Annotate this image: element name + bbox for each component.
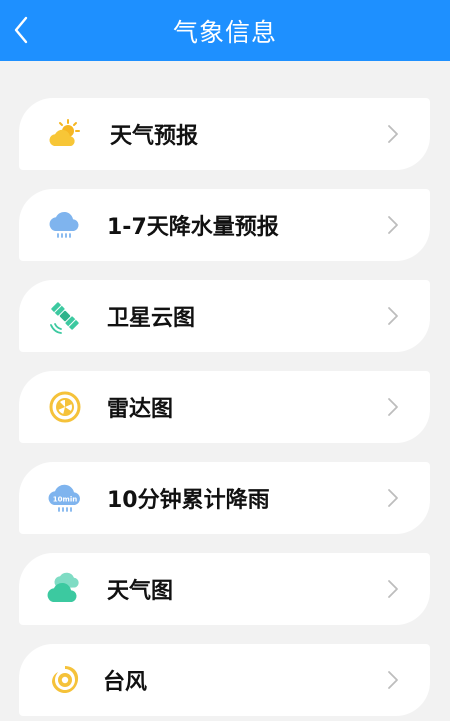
- menu-item-label: 天气预报: [110, 124, 199, 149]
- sun-cloud-icon: [47, 116, 83, 152]
- rain-10min-icon: 10min: [47, 480, 83, 516]
- satellite-icon: [47, 298, 83, 334]
- page-title: 气象信息: [172, 17, 277, 47]
- menu-item-weather-map[interactable]: 天气图: [19, 553, 430, 625]
- menu-item-weather-forecast[interactable]: 天气预报: [19, 98, 430, 170]
- chevron-right-icon: [388, 216, 398, 234]
- menu-item-10min-rainfall[interactable]: 10min 10分钟累计降雨: [19, 462, 430, 534]
- menu-item-precipitation-forecast[interactable]: 1-7天降水量预报: [19, 189, 430, 261]
- menu-item-label: 雷达图: [107, 397, 174, 422]
- radar-icon: [47, 389, 83, 425]
- menu-item-radar[interactable]: 雷达图: [19, 371, 430, 443]
- app-bar: 气象信息: [0, 0, 450, 61]
- menu-item-satellite-image[interactable]: 卫星云图: [19, 280, 430, 352]
- menu-item-label: 台风: [103, 670, 148, 695]
- chevron-right-icon: [388, 125, 398, 143]
- chevron-right-icon: [388, 671, 398, 689]
- rain-cloud-icon: [47, 207, 83, 243]
- typhoon-icon: [47, 662, 83, 698]
- chevron-right-icon: [388, 489, 398, 507]
- cloud-map-icon: [47, 571, 83, 607]
- rain-10min-icon-text: 10min: [53, 496, 77, 504]
- chevron-right-icon: [388, 398, 398, 416]
- chevron-right-icon: [388, 307, 398, 325]
- chevron-right-icon: [388, 580, 398, 598]
- menu-item-typhoon[interactable]: 台风: [19, 644, 430, 716]
- menu-item-label: 10分钟累计降雨: [107, 488, 270, 513]
- menu-item-label: 天气图: [107, 579, 174, 604]
- menu-item-label: 1-7天降水量预报: [107, 215, 279, 240]
- menu-item-label: 卫星云图: [107, 306, 196, 331]
